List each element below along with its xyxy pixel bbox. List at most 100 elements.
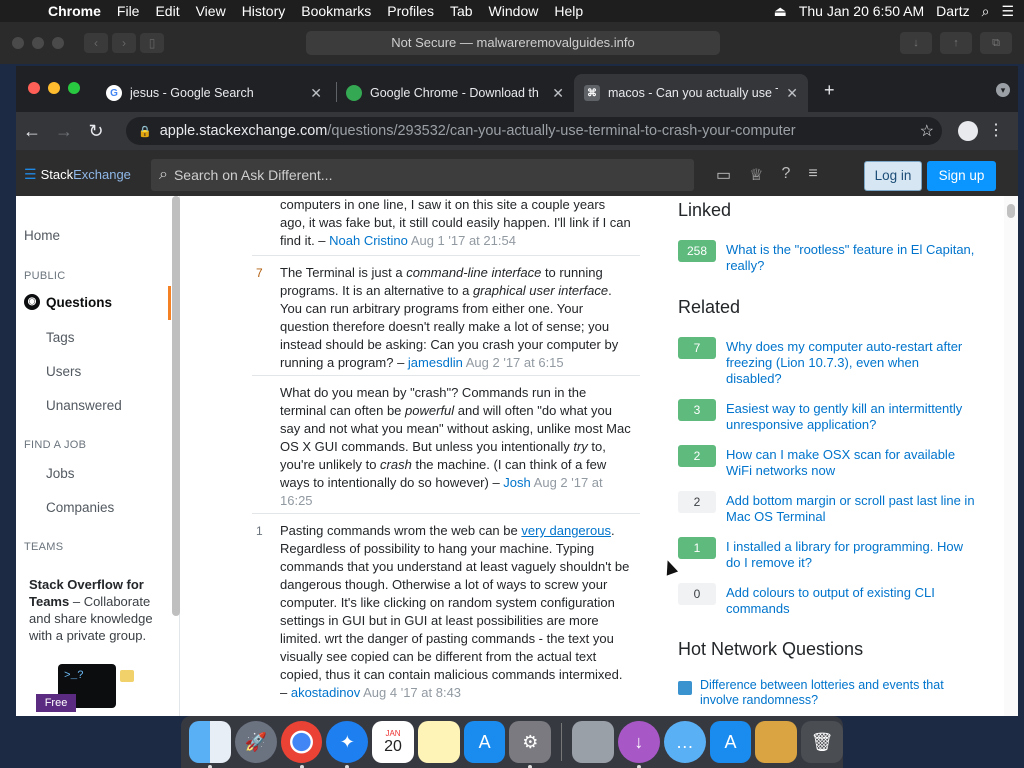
launchpad-icon[interactable]: 🚀 <box>234 721 277 763</box>
question-link[interactable]: Add bottom margin or scroll past last li… <box>726 493 978 525</box>
menu-profiles[interactable]: Profiles <box>379 3 442 19</box>
menubar-datetime[interactable]: Thu Jan 20 6:50 AM <box>799 3 924 19</box>
free-badge[interactable]: Free <box>36 694 76 712</box>
page-scrollbar-thumb[interactable] <box>1007 204 1015 218</box>
comment-user-link[interactable]: Josh <box>503 475 530 490</box>
menu-window[interactable]: Window <box>481 3 547 19</box>
help-icon[interactable]: ? <box>781 165 790 185</box>
calendar-icon[interactable]: JAN 20 <box>372 721 414 763</box>
signup-button[interactable]: Sign up <box>927 161 996 191</box>
nav-questions[interactable]: ◉ Questions <box>24 294 112 310</box>
back-arrow-icon[interactable]: ← <box>16 121 48 142</box>
bg-minimize-icon[interactable] <box>32 37 44 49</box>
comment-date[interactable]: Aug 4 '17 at 8:43 <box>363 685 461 700</box>
tab-chrome-download[interactable]: Google Chrome - Download th ✕ <box>336 74 574 112</box>
question-link[interactable]: Why does my computer auto-restart after … <box>726 339 978 387</box>
close-tab-icon[interactable]: ✕ <box>310 85 322 102</box>
close-tab-icon[interactable]: ✕ <box>786 85 798 102</box>
background-address-bar[interactable]: Not Secure — malwareremovalguides.info <box>306 31 720 55</box>
bookmark-star-icon[interactable]: ☆ <box>920 121 934 141</box>
menu-tab[interactable]: Tab <box>442 3 481 19</box>
question-link[interactable]: Add colours to output of existing CLI co… <box>726 585 978 617</box>
spotlight-search-icon[interactable]: ⌕ <box>982 3 990 20</box>
bg-forward-icon[interactable]: › <box>112 33 136 53</box>
calendar-day: 20 <box>384 737 402 755</box>
chrome-menu-icon[interactable]: ⋮ <box>988 120 1004 140</box>
bg-tabs-icon[interactable]: ⧉ <box>980 32 1012 54</box>
lock-icon[interactable]: 🔒 <box>138 125 152 138</box>
inbox-icon[interactable]: ▭ <box>716 165 731 185</box>
menu-file[interactable]: File <box>109 3 148 19</box>
forward-arrow-icon[interactable]: → <box>48 121 80 142</box>
bg-back-icon[interactable]: ‹ <box>84 33 108 53</box>
question-link[interactable]: What is the "rootless" feature in El Cap… <box>726 242 978 274</box>
comment-user-link[interactable]: akostadinov <box>291 685 360 700</box>
question-link[interactable]: I installed a library for programming. H… <box>726 539 978 571</box>
site-search-input[interactable]: ⌕ Search on Ask Different... <box>151 159 694 191</box>
messages-icon[interactable]: … <box>663 721 706 763</box>
comment-date[interactable]: Aug 1 '17 at 21:54 <box>411 233 516 248</box>
close-tab-icon[interactable]: ✕ <box>552 85 564 102</box>
login-button[interactable]: Log in <box>864 161 922 191</box>
menubar-user[interactable]: Dartz <box>936 3 969 19</box>
bg-download-icon[interactable]: ↓ <box>900 32 932 54</box>
installer-icon[interactable] <box>572 721 615 763</box>
safari-icon[interactable]: ✦ <box>326 721 369 768</box>
comment-user-link[interactable]: jamesdlin <box>408 355 463 370</box>
finder-icon[interactable] <box>189 721 231 768</box>
app-store-icon[interactable]: A <box>463 721 506 763</box>
tab-search-chevron-icon[interactable]: ▾ <box>996 83 1010 97</box>
nav-unanswered[interactable]: Unanswered <box>46 398 122 413</box>
app-store-2-icon[interactable]: A <box>709 721 752 763</box>
nav-companies[interactable]: Companies <box>46 500 114 515</box>
nav-home[interactable]: Home <box>24 228 60 243</box>
menu-history[interactable]: History <box>234 3 294 19</box>
minimize-window-icon[interactable] <box>48 82 60 94</box>
menu-help[interactable]: Help <box>546 3 591 19</box>
comment-date[interactable]: Aug 2 '17 at 6:15 <box>466 355 564 370</box>
comment-body: The Terminal is just a command-line inte… <box>280 264 632 372</box>
achievements-trophy-icon[interactable]: ♕ <box>749 165 763 185</box>
menubar-status-area: ⏏ Thu Jan 20 6:50 AM Dartz ⌕ ☰ <box>774 3 1024 20</box>
new-tab-plus-icon[interactable]: + <box>824 80 835 101</box>
bg-sidebar-icon[interactable]: ▯ <box>140 33 164 53</box>
trash-icon[interactable]: 🗑 <box>801 721 843 763</box>
zoom-window-icon[interactable] <box>68 82 80 94</box>
tab-google-search[interactable]: G jesus - Google Search ✕ <box>96 74 332 112</box>
close-window-icon[interactable] <box>28 82 40 94</box>
hnq-link[interactable]: Difference between lotteries and events … <box>700 678 980 708</box>
stackexchange-logo[interactable]: ☰ Stack Exchange <box>24 166 131 183</box>
profile-avatar-icon[interactable] <box>958 121 978 141</box>
menu-edit[interactable]: Edit <box>147 3 187 19</box>
site-switcher-icon[interactable]: ≡ <box>808 165 817 185</box>
menu-bookmarks[interactable]: Bookmarks <box>293 3 379 19</box>
address-bar[interactable]: 🔒 apple.stackexchange.com/questions/2935… <box>126 117 942 145</box>
reload-icon[interactable]: ↻ <box>80 121 112 142</box>
system-preferences-icon[interactable]: ⚙ <box>509 721 552 768</box>
comment-user-link[interactable]: Noah Cristino <box>329 233 408 248</box>
page-scrollbar[interactable] <box>1004 196 1018 716</box>
bg-close-icon[interactable] <box>12 37 24 49</box>
nav-tags[interactable]: Tags <box>46 330 75 345</box>
control-center-icon[interactable]: ☰ <box>1001 3 1014 20</box>
comment-inline-link[interactable]: very dangerous <box>521 523 611 538</box>
bg-share-icon[interactable]: ↑ <box>940 32 972 54</box>
left-sidebar-scrollbar[interactable] <box>172 196 180 616</box>
notes-icon[interactable] <box>417 721 460 763</box>
comment-text-emphasis: try <box>573 439 588 454</box>
menu-app-name[interactable]: Chrome <box>40 3 109 19</box>
chrome-icon[interactable] <box>280 721 323 768</box>
eject-icon[interactable]: ⏏ <box>774 3 787 20</box>
menu-view[interactable]: View <box>188 3 234 19</box>
bg-zoom-icon[interactable] <box>52 37 64 49</box>
archive-icon[interactable] <box>755 721 798 763</box>
teams-promo[interactable]: Stack Overflow for Teams – Collaborate a… <box>29 576 157 644</box>
nav-users[interactable]: Users <box>46 364 81 379</box>
downloads-icon[interactable]: ↓ <box>618 721 660 768</box>
question-link[interactable]: How can I make OSX scan for available Wi… <box>726 447 978 479</box>
tab-title: Google Chrome - Download th <box>370 86 539 100</box>
comment: What do you mean by "crash"? Commands ru… <box>252 384 640 514</box>
question-link[interactable]: Easiest way to gently kill an intermitte… <box>726 401 978 433</box>
nav-jobs[interactable]: Jobs <box>46 466 75 481</box>
tab-active-stackexchange[interactable]: ⌘ macos - Can you actually use T ✕ <box>574 74 808 112</box>
